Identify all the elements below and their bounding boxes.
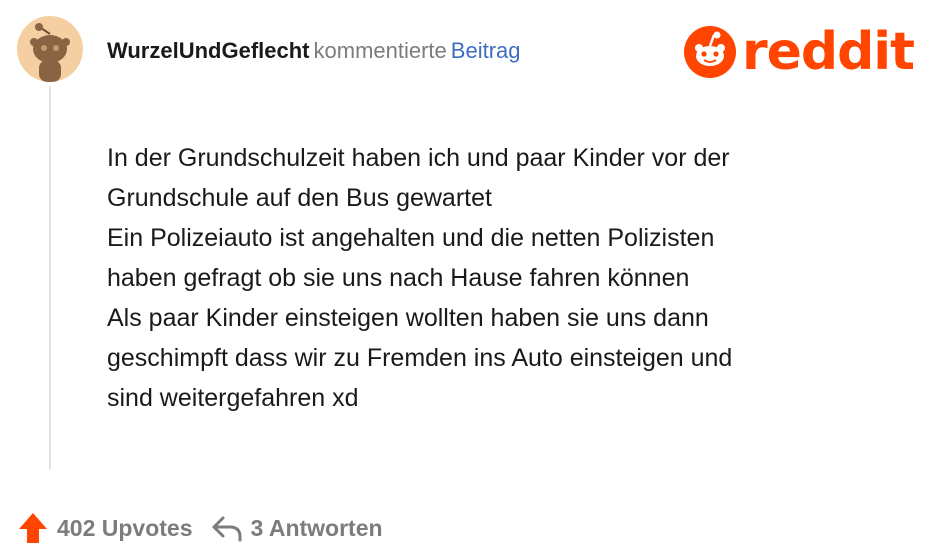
comment-body-line: haben gefragt ob sie uns nach Hause fahr…	[107, 264, 690, 292]
comment-body-line: In der Grundschulzeit haben ich und paar…	[107, 144, 730, 172]
comment-body-line: geschimpft dass wir zu Fremden ins Auto …	[107, 344, 733, 372]
comment-body: In der Grundschulzeit haben ich und paar…	[107, 138, 887, 418]
replies-button[interactable]: 3 Antworten	[211, 514, 383, 542]
reddit-snoo-icon	[683, 26, 736, 78]
action-text: kommentierte	[313, 38, 447, 63]
reply-arrow-icon	[212, 516, 242, 542]
post-link[interactable]: Beitrag	[451, 38, 521, 63]
comment-body-line: Ein Polizeiauto ist angehalten und die n…	[107, 224, 715, 252]
comment-body-line: Grundschule auf den Bus gewartet	[107, 184, 492, 212]
snoo-avatar-icon	[30, 23, 70, 82]
upvote-arrow-icon	[19, 513, 47, 543]
upvote-count: 402 Upvotes	[57, 514, 193, 541]
reddit-logo[interactable]: reddit	[683, 22, 915, 82]
comment-header: WurzelUndGeflecht kommentierte Beitrag	[107, 36, 521, 66]
reply-count: 3 Antworten	[250, 514, 383, 541]
username-link[interactable]: WurzelUndGeflecht	[107, 38, 310, 63]
comment-body-line: sind weitergefahren xd	[107, 384, 359, 412]
comment-body-line: Als paar Kinder einsteigen wollten haben…	[107, 304, 709, 332]
reddit-wordmark: reddit	[741, 22, 915, 82]
user-avatar[interactable]	[17, 16, 83, 82]
thread-line	[49, 86, 51, 470]
comment-footer: 402 Upvotes 3 Antworten	[18, 512, 383, 544]
upvote-button[interactable]: 402 Upvotes	[18, 512, 193, 544]
